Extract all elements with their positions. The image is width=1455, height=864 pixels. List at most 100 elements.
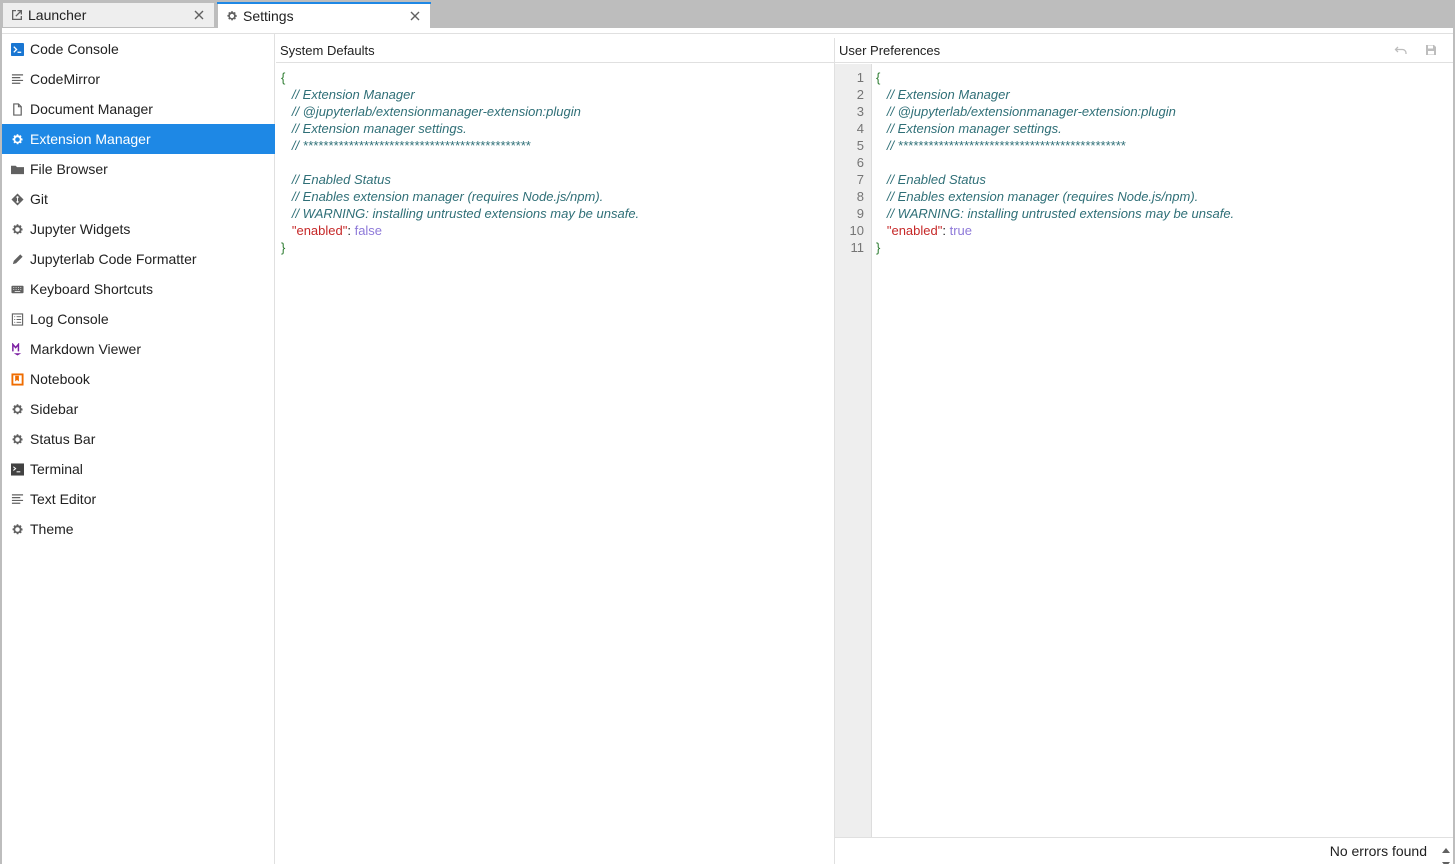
sidebar-item-jupyterlab-code-formatter[interactable]: Jupyterlab Code Formatter <box>2 244 275 274</box>
sidebar-item-terminal[interactable]: Terminal <box>2 454 275 484</box>
sidebar-item-status-bar[interactable]: Status Bar <box>2 424 275 454</box>
sidebar-item-label: Log Console <box>30 311 109 327</box>
file-icon <box>10 102 24 116</box>
sidebar-item-label: Document Manager <box>30 101 153 117</box>
code-comment: // *************************************… <box>886 138 1126 153</box>
sidebar-item-sidebar[interactable]: Sidebar <box>2 394 275 424</box>
code-comment: // @jupyterlab/extensionmanager-extensio… <box>886 104 1176 119</box>
console-icon <box>10 42 24 56</box>
close-icon[interactable] <box>408 9 422 23</box>
line-number: 6 <box>856 155 864 170</box>
sidebar-item-document-manager[interactable]: Document Manager <box>2 94 275 124</box>
pencil-icon <box>10 252 24 266</box>
sidebar-item-log-console[interactable]: Log Console <box>2 304 275 334</box>
sidebar-item-notebook[interactable]: Notebook <box>2 364 275 394</box>
user-preferences-header: User Preferences <box>835 38 1453 63</box>
sidebar-item-markdown-viewer[interactable]: Markdown Viewer <box>2 334 275 364</box>
sidebar-item-codemirror[interactable]: CodeMirror <box>2 64 275 94</box>
code-value: true <box>949 223 972 238</box>
code-key: "enabled" <box>886 223 943 238</box>
chevron-up-icon[interactable] <box>1442 841 1450 856</box>
sidebar-item-label: Status Bar <box>30 431 96 447</box>
tab-launcher[interactable]: Launcher <box>2 2 215 28</box>
sidebar-item-theme[interactable]: Theme <box>2 514 275 544</box>
code-comment: // Extension manager settings. <box>291 121 467 136</box>
status-text: No errors found <box>1329 843 1427 859</box>
line-number: 9 <box>856 206 864 221</box>
gear-icon <box>10 432 24 446</box>
code-token: : <box>942 223 950 238</box>
gear-icon <box>10 522 24 536</box>
sidebar-item-label: Keyboard Shortcuts <box>30 281 153 297</box>
code-value: false <box>354 223 383 238</box>
sidebar-item-label: Markdown Viewer <box>30 341 142 357</box>
sidebar-item-text-editor[interactable]: Text Editor <box>2 484 275 514</box>
user-preferences-editor[interactable]: { // Extension Manager // @jupyterlab/ex… <box>876 69 1234 256</box>
line-number: 3 <box>856 104 864 119</box>
gear-icon <box>10 132 24 146</box>
tab-settings[interactable]: Settings <box>217 2 431 29</box>
code-token: { <box>281 70 286 85</box>
line-number: 2 <box>856 87 864 102</box>
gear-icon <box>10 222 24 236</box>
code-token: { <box>876 70 881 85</box>
save-icon <box>1425 44 1437 59</box>
sidebar-item-keyboard-shortcuts[interactable]: Keyboard Shortcuts <box>2 274 275 304</box>
code-key: "enabled" <box>291 223 348 238</box>
line-number: 10 <box>849 223 864 238</box>
gear-icon <box>10 402 24 416</box>
notebook-icon <box>10 372 24 386</box>
save-button[interactable] <box>1422 42 1440 60</box>
line-number: 5 <box>856 138 864 153</box>
sidebar-item-code-console[interactable]: Code Console <box>2 34 275 64</box>
chevron-down-icon[interactable] <box>1442 856 1450 864</box>
tab-label: Settings <box>243 8 294 24</box>
launch-icon <box>11 9 23 21</box>
sidebar-item-label: Theme <box>30 521 74 537</box>
code-token: } <box>876 240 881 255</box>
sidebar-item-label: Terminal <box>30 461 83 477</box>
editor-status-bar: No errors found <box>835 837 1453 864</box>
sidebar-item-label: Code Console <box>30 41 119 57</box>
line-number-gutter: 1 2 3 4 5 6 7 8 9 10 11 <box>835 64 872 837</box>
sidebar-item-label: Text Editor <box>30 491 97 507</box>
code-comment: // *************************************… <box>291 138 531 153</box>
code-comment: // Enabled Status <box>291 172 391 187</box>
undo-icon <box>1394 43 1408 60</box>
panel-title: User Preferences <box>839 42 941 58</box>
undo-button[interactable] <box>1392 42 1410 60</box>
text-lines-icon <box>10 72 24 86</box>
code-comment: // WARNING: installing untrusted extensi… <box>291 206 640 221</box>
code-comment: // WARNING: installing untrusted extensi… <box>886 206 1235 221</box>
markdown-icon <box>10 342 24 356</box>
sidebar-item-label: Jupyterlab Code Formatter <box>30 251 197 267</box>
code-comment: // Extension Manager <box>291 87 415 102</box>
sidebar-item-label: File Browser <box>30 161 108 177</box>
keyboard-icon <box>10 282 24 296</box>
code-comment: // Extension manager settings. <box>886 121 1062 136</box>
list-icon <box>10 312 24 326</box>
sidebar-item-label: CodeMirror <box>30 71 101 87</box>
code-comment: // @jupyterlab/extensionmanager-extensio… <box>291 104 581 119</box>
sidebar-item-label: Notebook <box>30 371 90 387</box>
gear-icon <box>226 10 238 22</box>
sidebar-item-extension-manager[interactable]: Extension Manager <box>2 124 275 154</box>
close-icon[interactable] <box>192 8 206 22</box>
tab-bar: Launcher Settings <box>0 0 1455 29</box>
sidebar-item-file-browser[interactable]: File Browser <box>2 154 275 184</box>
line-number: 1 <box>856 70 864 85</box>
code-comment: // Enabled Status <box>886 172 986 187</box>
sidebar-item-label: Sidebar <box>30 401 79 417</box>
code-token: } <box>281 240 286 255</box>
code-comment: // Enables extension manager (requires N… <box>291 189 604 204</box>
folder-icon <box>10 162 24 176</box>
line-number: 4 <box>856 121 864 136</box>
sidebar-item-label: Jupyter Widgets <box>30 221 131 237</box>
sidebar-item-jupyter-widgets[interactable]: Jupyter Widgets <box>2 214 275 244</box>
system-defaults-header: System Defaults <box>276 38 834 63</box>
line-number: 7 <box>856 172 864 187</box>
scrollbar[interactable] <box>1441 841 1451 864</box>
text-lines-icon <box>10 492 24 506</box>
sidebar-item-git[interactable]: Git <box>2 184 275 214</box>
settings-sidebar: Code Console CodeMirror Document Manager… <box>2 34 275 864</box>
